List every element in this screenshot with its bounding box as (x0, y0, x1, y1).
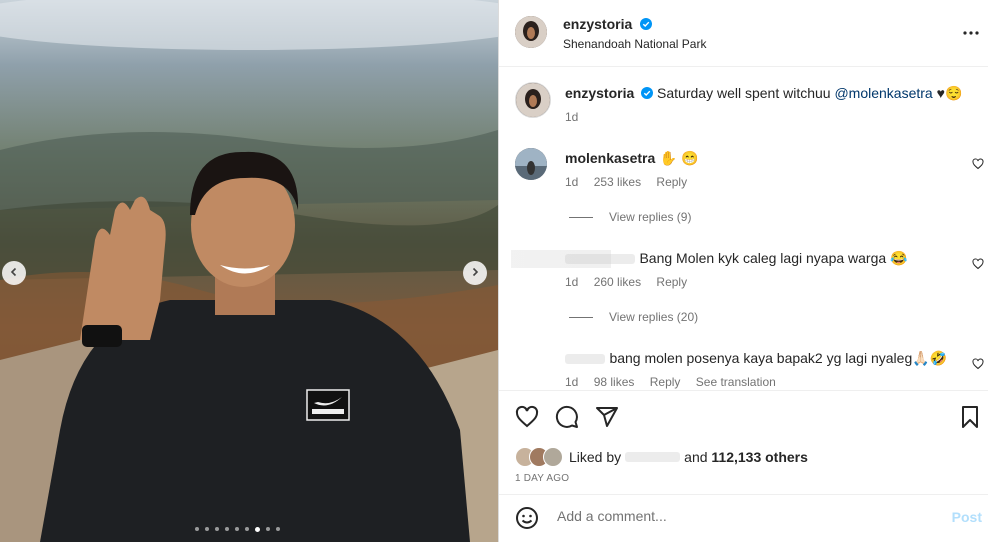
caption-text: Saturday well spent witchuu (657, 85, 835, 101)
verified-badge-icon (641, 86, 654, 99)
post-comment-button[interactable]: Post (952, 509, 982, 525)
comment-text: bang molen posenya kaya bapak2 yg lagi n… (609, 350, 948, 366)
post-date[interactable]: 1 DAY AGO (515, 473, 569, 484)
caption-emoji: ♥😌 (936, 85, 963, 101)
carousel-dot (205, 527, 209, 531)
post-image[interactable] (0, 0, 498, 542)
likes-count[interactable]: 112,133 others (711, 449, 808, 465)
post-details-panel: enzystoria Shenandoah National Park enzy… (498, 0, 988, 542)
comment-3: bang molen posenya kaya bapak2 yg lagi n… (565, 350, 947, 368)
comment-input[interactable] (555, 507, 919, 525)
comment-likes[interactable]: 260 likes (594, 275, 641, 289)
likes-and-label: and (684, 449, 708, 465)
save-button[interactable] (958, 405, 982, 434)
divider-line (569, 316, 593, 318)
view-replies-label: View replies (9) (609, 210, 692, 224)
comment-meta: 1d 98 likes Reply See translation (565, 375, 788, 389)
carousel-dot (245, 527, 249, 531)
post-actions: Liked by and 112,133 others 1 DAY AGO Po… (499, 390, 988, 541)
emoji-button[interactable] (515, 506, 539, 535)
heart-icon (972, 157, 984, 174)
like-comment-button[interactable] (972, 257, 984, 270)
comment-username[interactable]: molenkasetra (565, 150, 655, 166)
comment-2: Bang Molen kyk caleg lagi nyapa warga 😂 (565, 250, 907, 268)
caption-mention-link[interactable]: @molenkasetra (834, 85, 932, 101)
bookmark-icon (958, 406, 982, 433)
obscured-username (565, 353, 605, 364)
reply-button[interactable]: Reply (656, 175, 687, 189)
post-photo (0, 0, 498, 542)
caption-time: 1d (565, 110, 579, 124)
post-header: enzystoria Shenandoah National Park (499, 0, 988, 67)
liked-by-label: Liked by (569, 449, 622, 465)
view-replies-button[interactable]: View replies (9) (569, 210, 691, 224)
view-replies-button[interactable]: View replies (20) (569, 310, 698, 324)
comment-likes[interactable]: 98 likes (594, 375, 635, 389)
like-button[interactable] (515, 405, 539, 434)
obscured-username (565, 253, 635, 264)
reply-button[interactable]: Reply (656, 275, 687, 289)
comment-time: 1d (565, 375, 579, 389)
more-horizontal-icon (962, 29, 980, 46)
heart-icon (515, 405, 539, 433)
comment-bubble-icon (555, 405, 579, 433)
more-options-button[interactable] (962, 24, 980, 47)
comment-text: Bang Molen kyk caleg lagi nyapa warga 😂 (639, 250, 908, 266)
carousel-dot-active (255, 526, 260, 532)
chevron-left-icon (9, 264, 19, 282)
see-translation-link[interactable]: See translation (696, 375, 776, 389)
share-button[interactable] (595, 405, 619, 434)
verified-badge-icon (639, 17, 652, 30)
comment-meta: 1d 260 likes Reply (565, 275, 699, 289)
comment-1: molenkasetra ✋ 😁 (565, 150, 699, 168)
like-comment-button[interactable] (972, 357, 984, 370)
heart-icon (972, 357, 984, 374)
previous-photo-button[interactable] (2, 261, 26, 285)
comment-text: ✋ 😁 (659, 150, 699, 166)
carousel-dot (215, 527, 219, 531)
divider-line (569, 216, 593, 218)
carousel-indicator (195, 526, 280, 532)
avatar (543, 447, 563, 467)
reply-button[interactable]: Reply (650, 375, 681, 389)
next-photo-button[interactable] (463, 261, 487, 285)
comment-time: 1d (565, 175, 579, 189)
post-caption: enzystoria Saturday well spent witchuu @… (565, 85, 965, 102)
comment-avatar[interactable] (515, 148, 547, 180)
obscured-username (625, 452, 681, 462)
emoji-smiley-icon (515, 507, 539, 534)
caption-author-avatar[interactable] (515, 82, 551, 118)
post-location[interactable]: Shenandoah National Park (563, 37, 706, 51)
view-replies-label: View replies (20) (609, 310, 699, 324)
likes-summary: Liked by and 112,133 others (515, 447, 808, 467)
add-comment-bar: Post (499, 494, 988, 541)
like-comment-button[interactable] (972, 157, 984, 170)
liked-by-avatars (515, 447, 563, 467)
heart-icon (972, 257, 984, 274)
comment-time: 1d (565, 275, 579, 289)
caption-username[interactable]: enzystoria (565, 85, 634, 101)
carousel-dot (225, 527, 229, 531)
comment-button[interactable] (555, 405, 579, 434)
author-username[interactable]: enzystoria (563, 16, 632, 32)
carousel-dot (235, 527, 239, 531)
carousel-dot (276, 527, 280, 531)
comment-likes[interactable]: 253 likes (594, 175, 641, 189)
send-icon (595, 407, 619, 433)
author-avatar[interactable] (515, 16, 547, 48)
carousel-dot (266, 527, 270, 531)
carousel-dot (195, 527, 199, 531)
chevron-right-icon (470, 264, 480, 282)
comment-meta: 1d 253 likes Reply (565, 175, 699, 189)
